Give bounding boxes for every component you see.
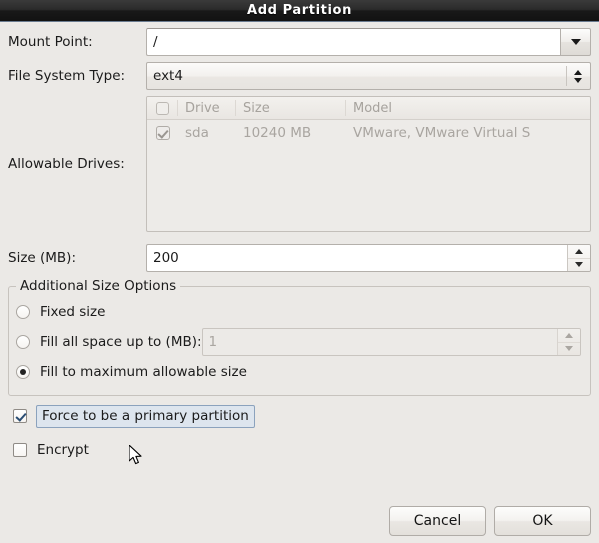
- radio-selected-icon: [16, 365, 30, 379]
- arrow-up-icon: [575, 248, 583, 254]
- file-system-type-value: ext4: [153, 68, 183, 84]
- chevron-down-icon: [570, 39, 581, 45]
- size-input[interactable]: 200: [147, 245, 567, 271]
- size-row: Size (MB): 200: [8, 244, 591, 272]
- allowable-drives-label: Allowable Drives:: [8, 156, 125, 172]
- size-label: Size (MB):: [8, 250, 76, 266]
- radio-unselected-icon: [16, 335, 30, 349]
- checkbox-empty-icon: [155, 101, 169, 115]
- size-stepper[interactable]: 200: [146, 244, 591, 272]
- window-title: Add Partition: [247, 3, 352, 18]
- size-increment-button[interactable]: [568, 245, 590, 259]
- allowable-drives-row: Allowable Drives: Drive Size Model sda 1…: [8, 96, 591, 232]
- fill-up-to-stepper-buttons: [557, 329, 580, 355]
- force-primary-label: Force to be a primary partition: [36, 404, 255, 428]
- ok-button[interactable]: OK: [494, 506, 591, 536]
- fill-up-to-input: 1: [203, 329, 557, 355]
- additional-size-options-legend: Additional Size Options: [16, 278, 181, 294]
- checkbox-checked-icon[interactable]: [13, 409, 27, 423]
- drive-row-name: sda: [185, 125, 209, 141]
- mount-point-value: /: [153, 34, 158, 50]
- arrow-down-icon: [575, 262, 583, 268]
- allowable-drives-list[interactable]: Drive Size Model sda 10240 MB VMware, VM…: [146, 96, 591, 232]
- fill-up-to-decrement-button: [558, 343, 580, 356]
- arrow-down-icon: [565, 346, 573, 352]
- fill-up-to-increment-button: [558, 329, 580, 343]
- force-primary-row[interactable]: Force to be a primary partition: [8, 402, 591, 430]
- chevron-down-glyph: [574, 77, 582, 83]
- encrypt-row[interactable]: Encrypt: [8, 436, 591, 464]
- mount-point-input[interactable]: /: [146, 28, 560, 56]
- size-stepper-buttons: [567, 245, 590, 271]
- drive-row-model: VMware, VMware Virtual S: [353, 125, 531, 141]
- checkbox-checked-icon: [155, 126, 170, 140]
- mount-point-dropdown-button[interactable]: [560, 28, 591, 56]
- drive-row-checkbox[interactable]: [147, 126, 178, 140]
- file-system-type-select[interactable]: ext4: [146, 62, 591, 90]
- drives-table-header: Drive Size Model: [147, 97, 590, 120]
- additional-size-options-group: Additional Size Options Fixed size Fill …: [8, 278, 591, 396]
- radio-option-fill-up-to[interactable]: Fill all space up to (MB): 1: [9, 327, 590, 357]
- size-value: 200: [153, 250, 179, 266]
- radio-option-fill-maximum[interactable]: Fill to maximum allowable size: [9, 357, 590, 387]
- drive-row-size: 10240 MB: [243, 125, 312, 141]
- fill-up-to-stepper: 1: [201, 328, 581, 356]
- radio-label-fill-up-to: Fill all space up to (MB):: [40, 334, 202, 350]
- drives-header-model[interactable]: Model: [346, 100, 590, 116]
- drives-header-drive[interactable]: Drive: [178, 100, 236, 116]
- up-down-chevron-icon: [574, 69, 582, 83]
- file-system-type-row: File System Type: ext4: [8, 62, 591, 90]
- dialog-action-buttons: Cancel OK: [389, 506, 591, 536]
- arrow-up-icon: [565, 332, 573, 338]
- dialog-body: Mount Point: / File System Type: ext4 Al…: [0, 28, 599, 543]
- radio-unselected-icon: [16, 305, 30, 319]
- radio-option-fixed-size[interactable]: Fixed size: [9, 297, 590, 327]
- mount-point-row: Mount Point: /: [8, 28, 591, 56]
- radio-label-fixed-size: Fixed size: [40, 304, 106, 320]
- size-decrement-button[interactable]: [568, 259, 590, 272]
- table-row[interactable]: sda 10240 MB VMware, VMware Virtual S: [147, 122, 590, 144]
- checkbox-empty-icon[interactable]: [13, 443, 27, 457]
- mount-point-label: Mount Point:: [8, 34, 93, 50]
- drives-header-size[interactable]: Size: [236, 100, 346, 116]
- cancel-button[interactable]: Cancel: [389, 506, 486, 536]
- divider: [566, 66, 567, 86]
- window-titlebar: Add Partition: [0, 0, 599, 22]
- file-system-type-label: File System Type:: [8, 68, 126, 84]
- drives-table-body: sda 10240 MB VMware, VMware Virtual S: [147, 120, 590, 144]
- chevron-up-glyph: [574, 69, 582, 75]
- fill-up-to-value: 1: [208, 334, 218, 350]
- radio-label-fill-maximum: Fill to maximum allowable size: [40, 364, 247, 380]
- encrypt-label: Encrypt: [37, 442, 89, 458]
- drives-header-select-all[interactable]: [147, 100, 178, 116]
